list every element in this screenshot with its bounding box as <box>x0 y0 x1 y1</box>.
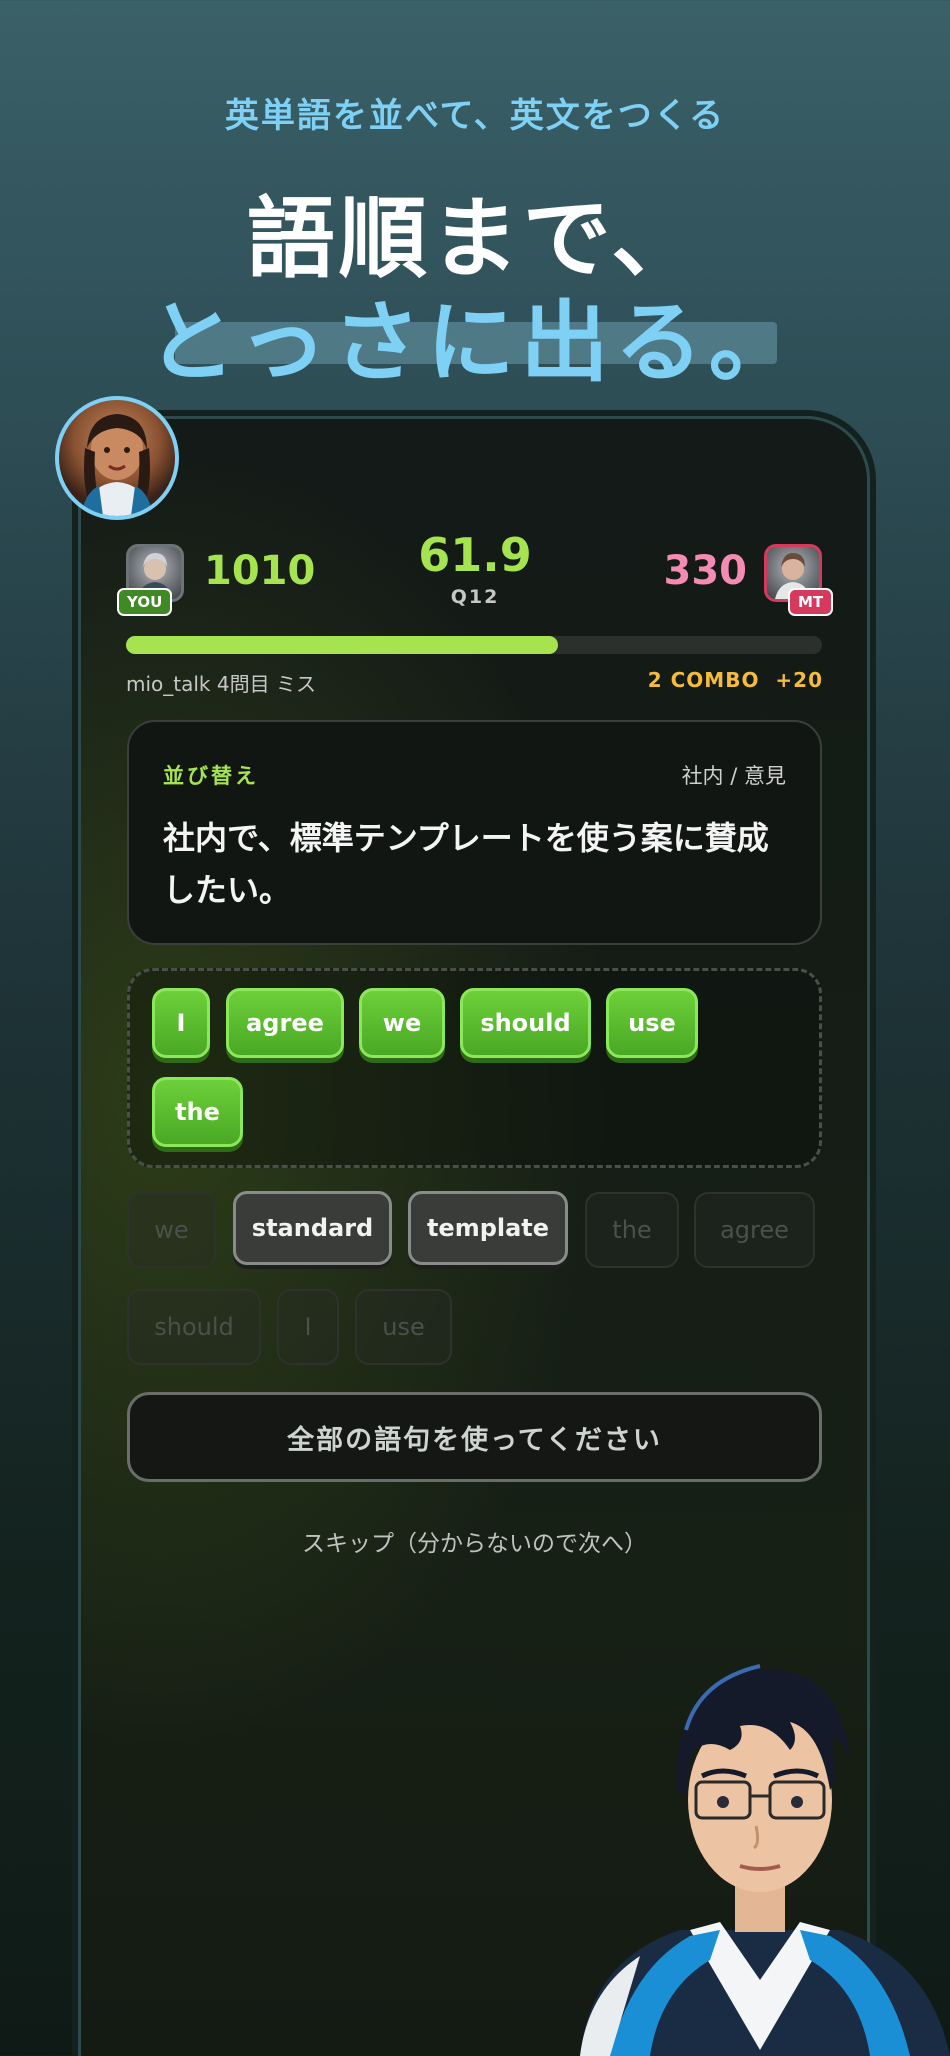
submit-button[interactable]: 全部の語句を使ってください <box>127 1392 822 1482</box>
you-tag: YOU <box>117 588 173 616</box>
mascot-character-illustration <box>570 1630 950 2056</box>
combo-indicator: 2 COMBO +20 <box>648 668 823 692</box>
combo-count: 2 COMBO <box>647 668 760 692</box>
opponent-feed: mio_talk 4問目 ミス <box>126 672 316 696</box>
tagline: 英単語を並べて、英文をつくる <box>224 96 726 136</box>
round-progress-bar <box>126 636 822 654</box>
word-bank-chip-used: use <box>355 1289 452 1365</box>
answer-chip[interactable]: I <box>152 988 210 1058</box>
word-bank-chip-used: the <box>585 1192 679 1268</box>
answer-chip[interactable]: the <box>152 1077 243 1147</box>
answer-chip[interactable]: we <box>359 988 445 1058</box>
question-card: 並び替え 社内 / 意見 社内で、標準テンプレートを使う案に賛成したい。 <box>127 720 822 945</box>
question-text: 社内で、標準テンプレートを使う案に賛成したい。 <box>163 819 769 909</box>
opponent-score: 330 <box>663 548 748 594</box>
question-number: Q12 <box>450 586 500 608</box>
word-bank-chip[interactable]: template <box>408 1191 568 1265</box>
question-category: 社内 / 意見 <box>681 764 786 788</box>
headline-line2: とっさに出る。 <box>147 291 803 394</box>
answer-chip[interactable]: use <box>606 988 698 1058</box>
skip-link[interactable]: スキップ（分からないので次へ） <box>127 1524 822 1558</box>
word-bank-chip-used: should <box>127 1289 261 1365</box>
player-character-avatar <box>55 396 179 520</box>
answer-chip[interactable]: should <box>460 988 591 1058</box>
question-type: 並び替え <box>163 764 259 788</box>
word-bank-chip[interactable]: standard <box>233 1191 392 1265</box>
word-bank-chip-used: agree <box>694 1192 815 1268</box>
timer: 61.9 <box>418 528 532 582</box>
you-score: 1010 <box>204 548 316 594</box>
word-bank-chip-used: I <box>277 1289 339 1365</box>
round-progress-fill <box>126 636 558 654</box>
word-bank-chip-used: we <box>127 1192 216 1268</box>
answer-chip[interactable]: agree <box>226 988 344 1058</box>
opponent-tag: MT <box>788 588 834 616</box>
combo-bonus: +20 <box>775 668 823 692</box>
